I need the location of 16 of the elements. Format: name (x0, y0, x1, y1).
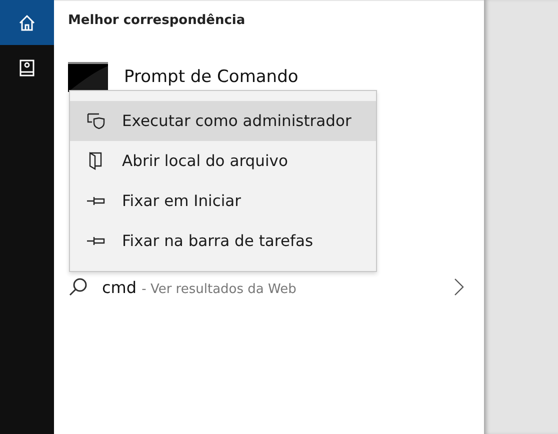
web-search-query[interactable]: cmd - Ver resultados da Web (102, 278, 296, 296)
notebook-icon (19, 58, 35, 76)
pin-icon (86, 195, 106, 207)
app-title[interactable]: Prompt de Comando (124, 67, 298, 87)
section-title: Melhor correspondência (68, 13, 246, 28)
pin-icon (86, 235, 106, 247)
menu-item[interactable]: Executar como administrador (70, 101, 376, 141)
home-icon (18, 14, 36, 32)
menu-item[interactable]: Fixar na barra de tarefas (70, 221, 376, 261)
console-thumbnail-icon (68, 62, 108, 92)
menu-item[interactable]: Abrir local do arquivo (70, 141, 376, 181)
home-tab[interactable] (0, 0, 54, 45)
chevron-icon[interactable] (454, 278, 464, 296)
menu-item[interactable]: Fixar em Iniciar (70, 181, 376, 221)
search-icon (68, 277, 88, 297)
shield-icon (86, 113, 106, 129)
